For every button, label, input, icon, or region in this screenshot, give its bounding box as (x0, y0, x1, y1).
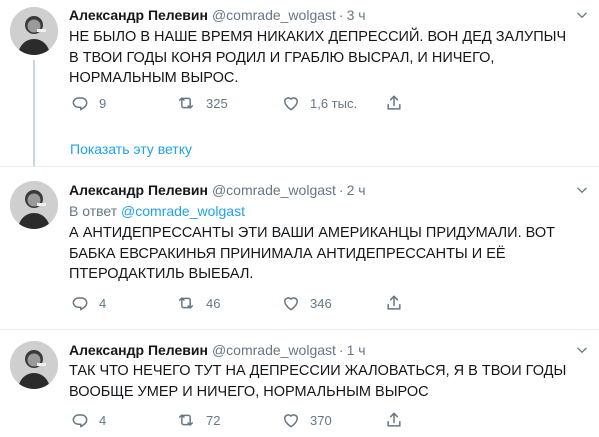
author-name[interactable]: Александр Пелевин (69, 182, 208, 198)
heart-icon (281, 93, 301, 113)
share-icon (384, 93, 404, 113)
like-count: 1,6 тыс. (310, 95, 358, 111)
chevron-down-icon[interactable] (575, 183, 589, 197)
retweet-icon (175, 410, 197, 430)
retweet-icon (175, 293, 197, 313)
share-button[interactable] (384, 93, 404, 113)
retweet-button[interactable]: 72 (175, 410, 220, 430)
separator-dot: · (338, 7, 344, 23)
separator-dot: · (338, 182, 344, 198)
heart-icon (281, 410, 301, 430)
retweet-button[interactable]: 325 (175, 93, 228, 113)
reply-count: 9 (99, 95, 107, 111)
tweet-time[interactable]: 1 ч (347, 342, 366, 358)
tweet-text: ТАК ЧТО НЕЧЕГО ТУТ НА ДЕПРЕССИИ ЖАЛОВАТЬ… (69, 363, 567, 400)
reply-to-prefix: В ответ (69, 203, 118, 219)
avatar[interactable] (10, 7, 58, 55)
retweet-icon (175, 93, 197, 113)
reply-to: В ответ @comrade_wolgast (69, 202, 245, 220)
author-name[interactable]: Александр Пелевин (69, 342, 208, 358)
heart-icon (281, 293, 301, 313)
retweet-count: 72 (206, 412, 221, 428)
reply-to-handle[interactable]: @comrade_wolgast (121, 203, 245, 219)
like-button[interactable]: 346 (281, 293, 332, 313)
avatar[interactable] (10, 341, 58, 389)
chevron-down-icon[interactable] (575, 8, 589, 22)
reply-button[interactable]: 4 (70, 293, 106, 313)
tweet-time[interactable]: 3 ч (347, 7, 366, 23)
like-count: 346 (310, 295, 332, 311)
thread-line (33, 60, 35, 166)
author-handle[interactable]: @comrade_wolgast (212, 7, 336, 23)
like-button[interactable]: 1,6 тыс. (281, 93, 357, 113)
avatar[interactable] (10, 181, 58, 229)
retweet-count: 325 (206, 95, 228, 111)
retweet-count: 46 (206, 295, 221, 311)
tweet-header: Александр Пелевин @comrade_wolgast · 1 ч (69, 340, 366, 360)
tweet-actions: 9 325 1,6 тыс. (69, 93, 429, 113)
share-icon (384, 293, 404, 313)
reply-button[interactable]: 9 (70, 93, 106, 113)
author-name[interactable]: Александр Пелевин (69, 7, 208, 23)
retweet-button[interactable]: 46 (175, 293, 220, 313)
author-handle[interactable]: @comrade_wolgast (212, 182, 336, 198)
tweet-3[interactable]: Александр Пелевин @comrade_wolgast · 1 ч ТА… (0, 330, 599, 437)
reply-button[interactable]: 4 (70, 410, 106, 430)
tweet-1[interactable]: Александр Пелевин @comrade_wolgast · 3 ч НЕ… (0, 0, 599, 166)
reply-count: 4 (99, 295, 107, 311)
tweet-text: А АНТИДЕПРЕССАНТЫ ЭТИ ВАШИ АМЕРИКАНЦЫ ПР… (69, 225, 555, 282)
like-button[interactable]: 370 (281, 410, 332, 430)
reply-icon (70, 93, 90, 113)
separator-dot: · (338, 342, 344, 358)
tweet-time[interactable]: 2 ч (347, 182, 366, 198)
reply-count: 4 (99, 412, 107, 428)
chevron-down-icon[interactable] (575, 343, 589, 357)
tweet-header: Александр Пелевин @comrade_wolgast · 2 ч (69, 180, 366, 200)
like-count: 370 (310, 412, 332, 428)
reply-icon (70, 410, 90, 430)
reply-icon (70, 293, 90, 313)
share-button[interactable] (384, 410, 404, 430)
tweet-actions: 4 72 370 (69, 410, 429, 430)
tweet-text: НЕ БЫЛО В НАШЕ ВРЕМЯ НИКАКИХ ДЕПРЕССИЙ. … (69, 29, 567, 86)
tweet-actions: 4 46 346 (69, 293, 429, 313)
author-handle[interactable]: @comrade_wolgast (212, 342, 336, 358)
tweet-header: Александр Пелевин @comrade_wolgast · 3 ч (69, 5, 366, 25)
share-button[interactable] (384, 293, 404, 313)
show-thread-link[interactable]: Показать эту ветку (70, 140, 192, 158)
tweet-2[interactable]: Александр Пелевин @comrade_wolgast · 2 ч В … (0, 167, 599, 329)
share-icon (384, 410, 404, 430)
